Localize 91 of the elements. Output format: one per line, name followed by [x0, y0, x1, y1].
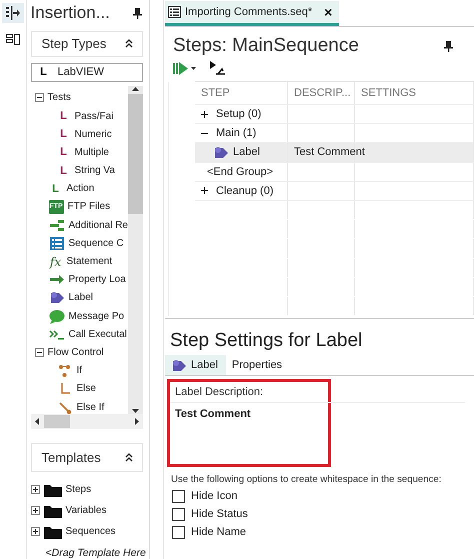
adapter-dropdown[interactable]: L LabVIEW — [30, 62, 143, 82]
tree-item[interactable]: FTP Files — [68, 201, 110, 212]
scroll-left-icon — [34, 416, 40, 426]
table-cell: <End Group> — [207, 166, 274, 178]
document-list-icon — [168, 6, 181, 18]
label-tag-icon — [48, 290, 65, 306]
tree-item[interactable]: Tests — [48, 92, 71, 104]
table-cell: Label — [233, 146, 260, 158]
pane-title: Steps: MainSequence — [173, 35, 359, 57]
expand-toggle[interactable] — [201, 110, 208, 118]
tree-item[interactable]: Property Loa — [68, 274, 126, 286]
label-tag-icon — [171, 358, 187, 372]
panel-title: Insertion... — [30, 3, 110, 23]
table-cell: Setup (0) — [216, 108, 262, 120]
insert-step-icon[interactable] — [2, 3, 24, 23]
collapse-icon — [124, 452, 134, 464]
tree-item[interactable]: Else — [76, 383, 96, 394]
hint-text: Use the following options to create whitespace in the sequence: — [170, 473, 442, 485]
fx-icon: fx — [48, 254, 63, 269]
section-header[interactable]: Templates — [30, 442, 143, 472]
tree-item[interactable]: Variables — [66, 505, 106, 516]
column-header[interactable]: SETTINGS — [355, 82, 474, 104]
labview-icon: L — [56, 127, 71, 142]
column-header[interactable]: DESCRIP... — [288, 82, 355, 104]
table-row[interactable]: Label Test Comment — [195, 143, 474, 163]
tab[interactable]: Properties — [226, 355, 290, 375]
expand-toggle[interactable] — [201, 187, 208, 194]
table-row[interactable]: Setup (0) — [195, 105, 474, 124]
step-into-icon[interactable] — [210, 61, 225, 75]
tree-item[interactable]: Message Po — [68, 310, 124, 322]
drop-hint: <Drag Template Here — [44, 546, 147, 559]
tree-item[interactable]: Pass/Fai — [74, 110, 114, 122]
pin-icon — [132, 7, 143, 19]
expand-toggle[interactable] — [30, 485, 40, 494]
tree-item[interactable]: String Va — [74, 165, 115, 176]
checkbox-label[interactable]: Hide Status — [191, 508, 248, 520]
tab[interactable]: Label — [165, 355, 226, 375]
folder-icon — [44, 524, 62, 539]
pane-title: Step Settings for Label — [169, 329, 364, 352]
tree-item[interactable]: Call Executal — [68, 328, 127, 340]
tree-item[interactable]: Sequence C — [68, 238, 124, 249]
section-header[interactable]: Step Types — [30, 31, 143, 57]
run-icon[interactable] — [173, 62, 196, 74]
tree-item[interactable]: Else If — [76, 402, 104, 413]
collapse-toggle[interactable] — [34, 93, 44, 102]
tree-item[interactable]: Statement — [66, 256, 112, 268]
folder-icon — [44, 504, 62, 518]
sequence-list-icon — [48, 236, 65, 251]
tree-item[interactable]: Flow Control — [48, 346, 104, 358]
speech-bubble-icon — [48, 308, 65, 324]
collapse-toggle[interactable] — [34, 348, 44, 357]
collapse-icon — [124, 38, 134, 50]
checkbox[interactable] — [172, 490, 185, 502]
table-row[interactable]: <End Group> — [195, 162, 474, 182]
labview-icon: L — [56, 164, 71, 178]
description-field[interactable]: Test Comment — [170, 403, 328, 420]
close-button[interactable]: × — [324, 4, 332, 20]
table-cell: Main (1) — [216, 127, 256, 140]
checkbox[interactable] — [172, 526, 185, 538]
diverging-dots-icon — [56, 363, 73, 378]
pin-icon — [443, 40, 454, 52]
tree-item[interactable]: If — [76, 365, 82, 376]
folder-icon — [44, 482, 62, 497]
labview-icon: L — [56, 145, 71, 160]
document-tab[interactable]: Importing Comments.seq* × — [165, 1, 340, 26]
checkbox-label[interactable]: Hide Icon — [191, 490, 238, 502]
tree-item[interactable]: Action — [66, 183, 94, 194]
field-label: Label Description: — [170, 382, 465, 403]
column-header[interactable]: STEP — [195, 82, 288, 104]
branch-icon — [48, 218, 65, 233]
expand-toggle[interactable] — [30, 506, 40, 516]
checkbox[interactable] — [172, 508, 185, 520]
tree-item[interactable]: Multiple — [74, 146, 109, 158]
table-cell: Test Comment — [294, 146, 365, 158]
tree-item[interactable]: Label — [68, 292, 93, 304]
checkbox-label[interactable]: Hide Name — [191, 526, 246, 538]
tree-item[interactable]: Numeric — [74, 128, 112, 140]
expand-toggle[interactable] — [30, 527, 40, 536]
table-row[interactable]: Cleanup (0) — [195, 182, 474, 201]
tree-item[interactable]: Additional Re — [68, 220, 128, 231]
label-tag-icon — [213, 144, 229, 160]
tree-item[interactable]: Sequences — [66, 526, 116, 538]
diagonal-arrow-icon — [56, 400, 73, 414]
labview-icon: L — [36, 65, 51, 80]
table-cell: Cleanup (0) — [216, 184, 274, 197]
scrollbar[interactable] — [128, 86, 143, 414]
labview-icon: L — [56, 109, 71, 124]
labview-icon: L — [48, 182, 63, 196]
scroll-right-icon — [134, 416, 140, 426]
scrollbar[interactable] — [30, 414, 143, 429]
tree-item[interactable]: Steps — [66, 484, 92, 496]
